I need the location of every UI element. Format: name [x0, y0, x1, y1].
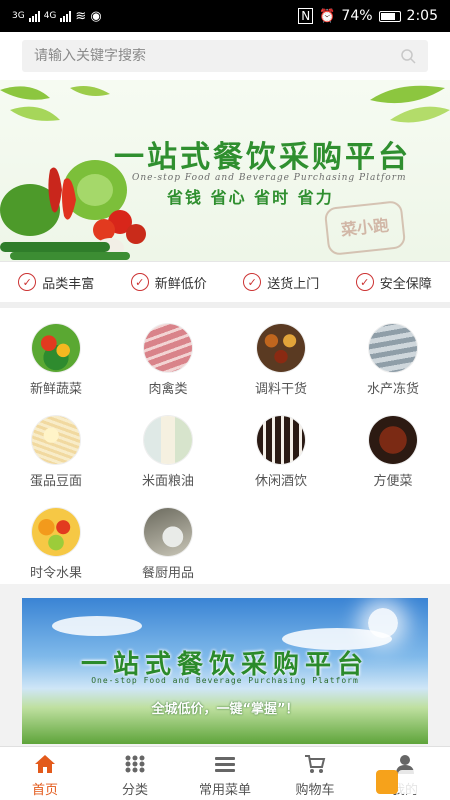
category-label: 时令水果 — [29, 566, 82, 581]
check-icon: ✓ — [355, 273, 374, 291]
search-input[interactable] — [34, 48, 400, 64]
wifi-icon: ≋ — [75, 8, 87, 24]
eggs-noodles-icon — [32, 416, 80, 464]
battery-icon — [378, 10, 401, 22]
category-label: 肉禽类 — [148, 382, 188, 397]
search-bar — [0, 32, 450, 80]
category-eggs-noodles[interactable]: 蛋品豆面 — [0, 400, 112, 490]
check-icon: ✓ — [243, 273, 262, 291]
list-icon — [213, 753, 237, 775]
promo-subtitle: One-stop Food and Beverage Purchasing Pl… — [91, 676, 359, 685]
tab-category[interactable]: 分类 — [90, 747, 180, 800]
brand-stamp: 菜小跑 — [323, 200, 407, 256]
banner-title: 一站式餐饮采购平台 — [114, 140, 411, 175]
category-prepared-dish[interactable]: 方便菜 — [337, 400, 449, 490]
feature-label: 安全保障 — [379, 276, 432, 292]
category-label: 方便菜 — [373, 474, 413, 489]
tab-cart[interactable]: 购物车 — [270, 747, 360, 800]
banner-subtitle: One-stop Food and Beverage Purchasing Pl… — [132, 173, 407, 183]
search-box[interactable] — [22, 40, 428, 72]
feature-item: ✓ 安全保障 — [355, 273, 432, 292]
category-kitchenware[interactable]: 餐厨用品 — [112, 492, 224, 582]
check-icon: ✓ — [18, 273, 37, 291]
nfc-icon: N — [298, 8, 314, 24]
status-bar: 3G 4G ≋ ◉ N ⏰ 74% 2:05 — [0, 0, 450, 32]
vegetables-icon — [32, 324, 80, 372]
feature-strip: ✓ 品类丰富 ✓ 新鲜低价 ✓ 送货上门 ✓ 安全保障 — [0, 262, 450, 308]
prepared-dish-icon — [369, 416, 417, 464]
promo-banner[interactable]: 一站式餐饮采购平台 One-stop Food and Beverage Pur… — [22, 598, 428, 744]
battery-percent: 74% — [341, 8, 373, 24]
cloud-decoration — [52, 616, 142, 636]
banner-slogan: 省钱 省心 省时 省力 — [167, 188, 334, 207]
category-seafood[interactable]: 水产冻货 — [337, 308, 449, 398]
category-label: 休闲酒饮 — [254, 474, 307, 489]
feature-item: ✓ 新鲜低价 — [130, 273, 207, 292]
tab-label: 常用菜单 — [198, 783, 251, 798]
category-label: 水产冻货 — [366, 382, 419, 397]
meat-icon — [144, 324, 192, 372]
feature-label: 送货上门 — [267, 276, 320, 292]
leaf-decoration-right — [370, 85, 450, 123]
feature-label: 新鲜低价 — [154, 276, 207, 292]
grid-icon — [123, 753, 147, 775]
promo-slogan: 全城低价，一键“掌握”！ — [151, 702, 299, 717]
category-grid: 新鲜蔬菜 肉禽类 调料干货 水产冻货 蛋品豆面 米面粮油 休闲酒饮 方便菜 时令… — [0, 308, 450, 584]
search-icon[interactable] — [400, 48, 416, 64]
category-vegetables[interactable]: 新鲜蔬菜 — [0, 308, 112, 398]
check-icon: ✓ — [130, 273, 149, 291]
hero-banner[interactable]: 一站式餐饮采购平台 One-stop Food and Beverage Pur… — [0, 80, 450, 262]
tab-label: 分类 — [121, 783, 148, 798]
fruit-icon — [32, 508, 80, 556]
tab-menu[interactable]: 常用菜单 — [180, 747, 270, 800]
network-label-2: 4G — [43, 11, 57, 21]
home-icon — [33, 753, 57, 775]
category-label: 新鲜蔬菜 — [29, 382, 82, 397]
cart-icon — [303, 753, 327, 775]
spices-icon — [257, 324, 305, 372]
seafood-icon — [369, 324, 417, 372]
feature-item: ✓ 送货上门 — [243, 273, 319, 292]
category-label: 餐厨用品 — [141, 566, 194, 581]
category-label: 调料干货 — [254, 382, 307, 397]
category-rice-oil[interactable]: 米面粮油 — [112, 400, 224, 490]
network-label-1: 3G — [12, 11, 25, 21]
drinks-icon — [257, 416, 305, 464]
eye-icon: ◉ — [90, 8, 102, 24]
category-meat[interactable]: 肉禽类 — [112, 308, 224, 398]
rice-oil-icon — [144, 416, 192, 464]
tab-label: 购物车 — [295, 783, 335, 798]
kitchenware-icon — [144, 508, 192, 556]
feature-item: ✓ 品类丰富 — [18, 273, 94, 292]
leaf-decoration — [0, 86, 110, 121]
category-drinks[interactable]: 休闲酒饮 — [225, 400, 337, 490]
category-label: 蛋品豆面 — [29, 474, 82, 489]
signal-icon — [28, 10, 40, 22]
signal-icon-2 — [60, 10, 72, 22]
sun-decoration — [368, 608, 398, 638]
clock: 2:05 — [406, 8, 438, 24]
tab-label: 首页 — [31, 783, 58, 798]
watermark-logo — [376, 770, 446, 794]
category-label: 米面粮油 — [141, 474, 194, 489]
alarm-icon: ⏰ — [319, 8, 336, 24]
category-spices[interactable]: 调料干货 — [225, 308, 337, 398]
feature-label: 品类丰富 — [42, 276, 95, 292]
category-fruit[interactable]: 时令水果 — [0, 492, 112, 582]
tab-home[interactable]: 首页 — [0, 747, 90, 800]
